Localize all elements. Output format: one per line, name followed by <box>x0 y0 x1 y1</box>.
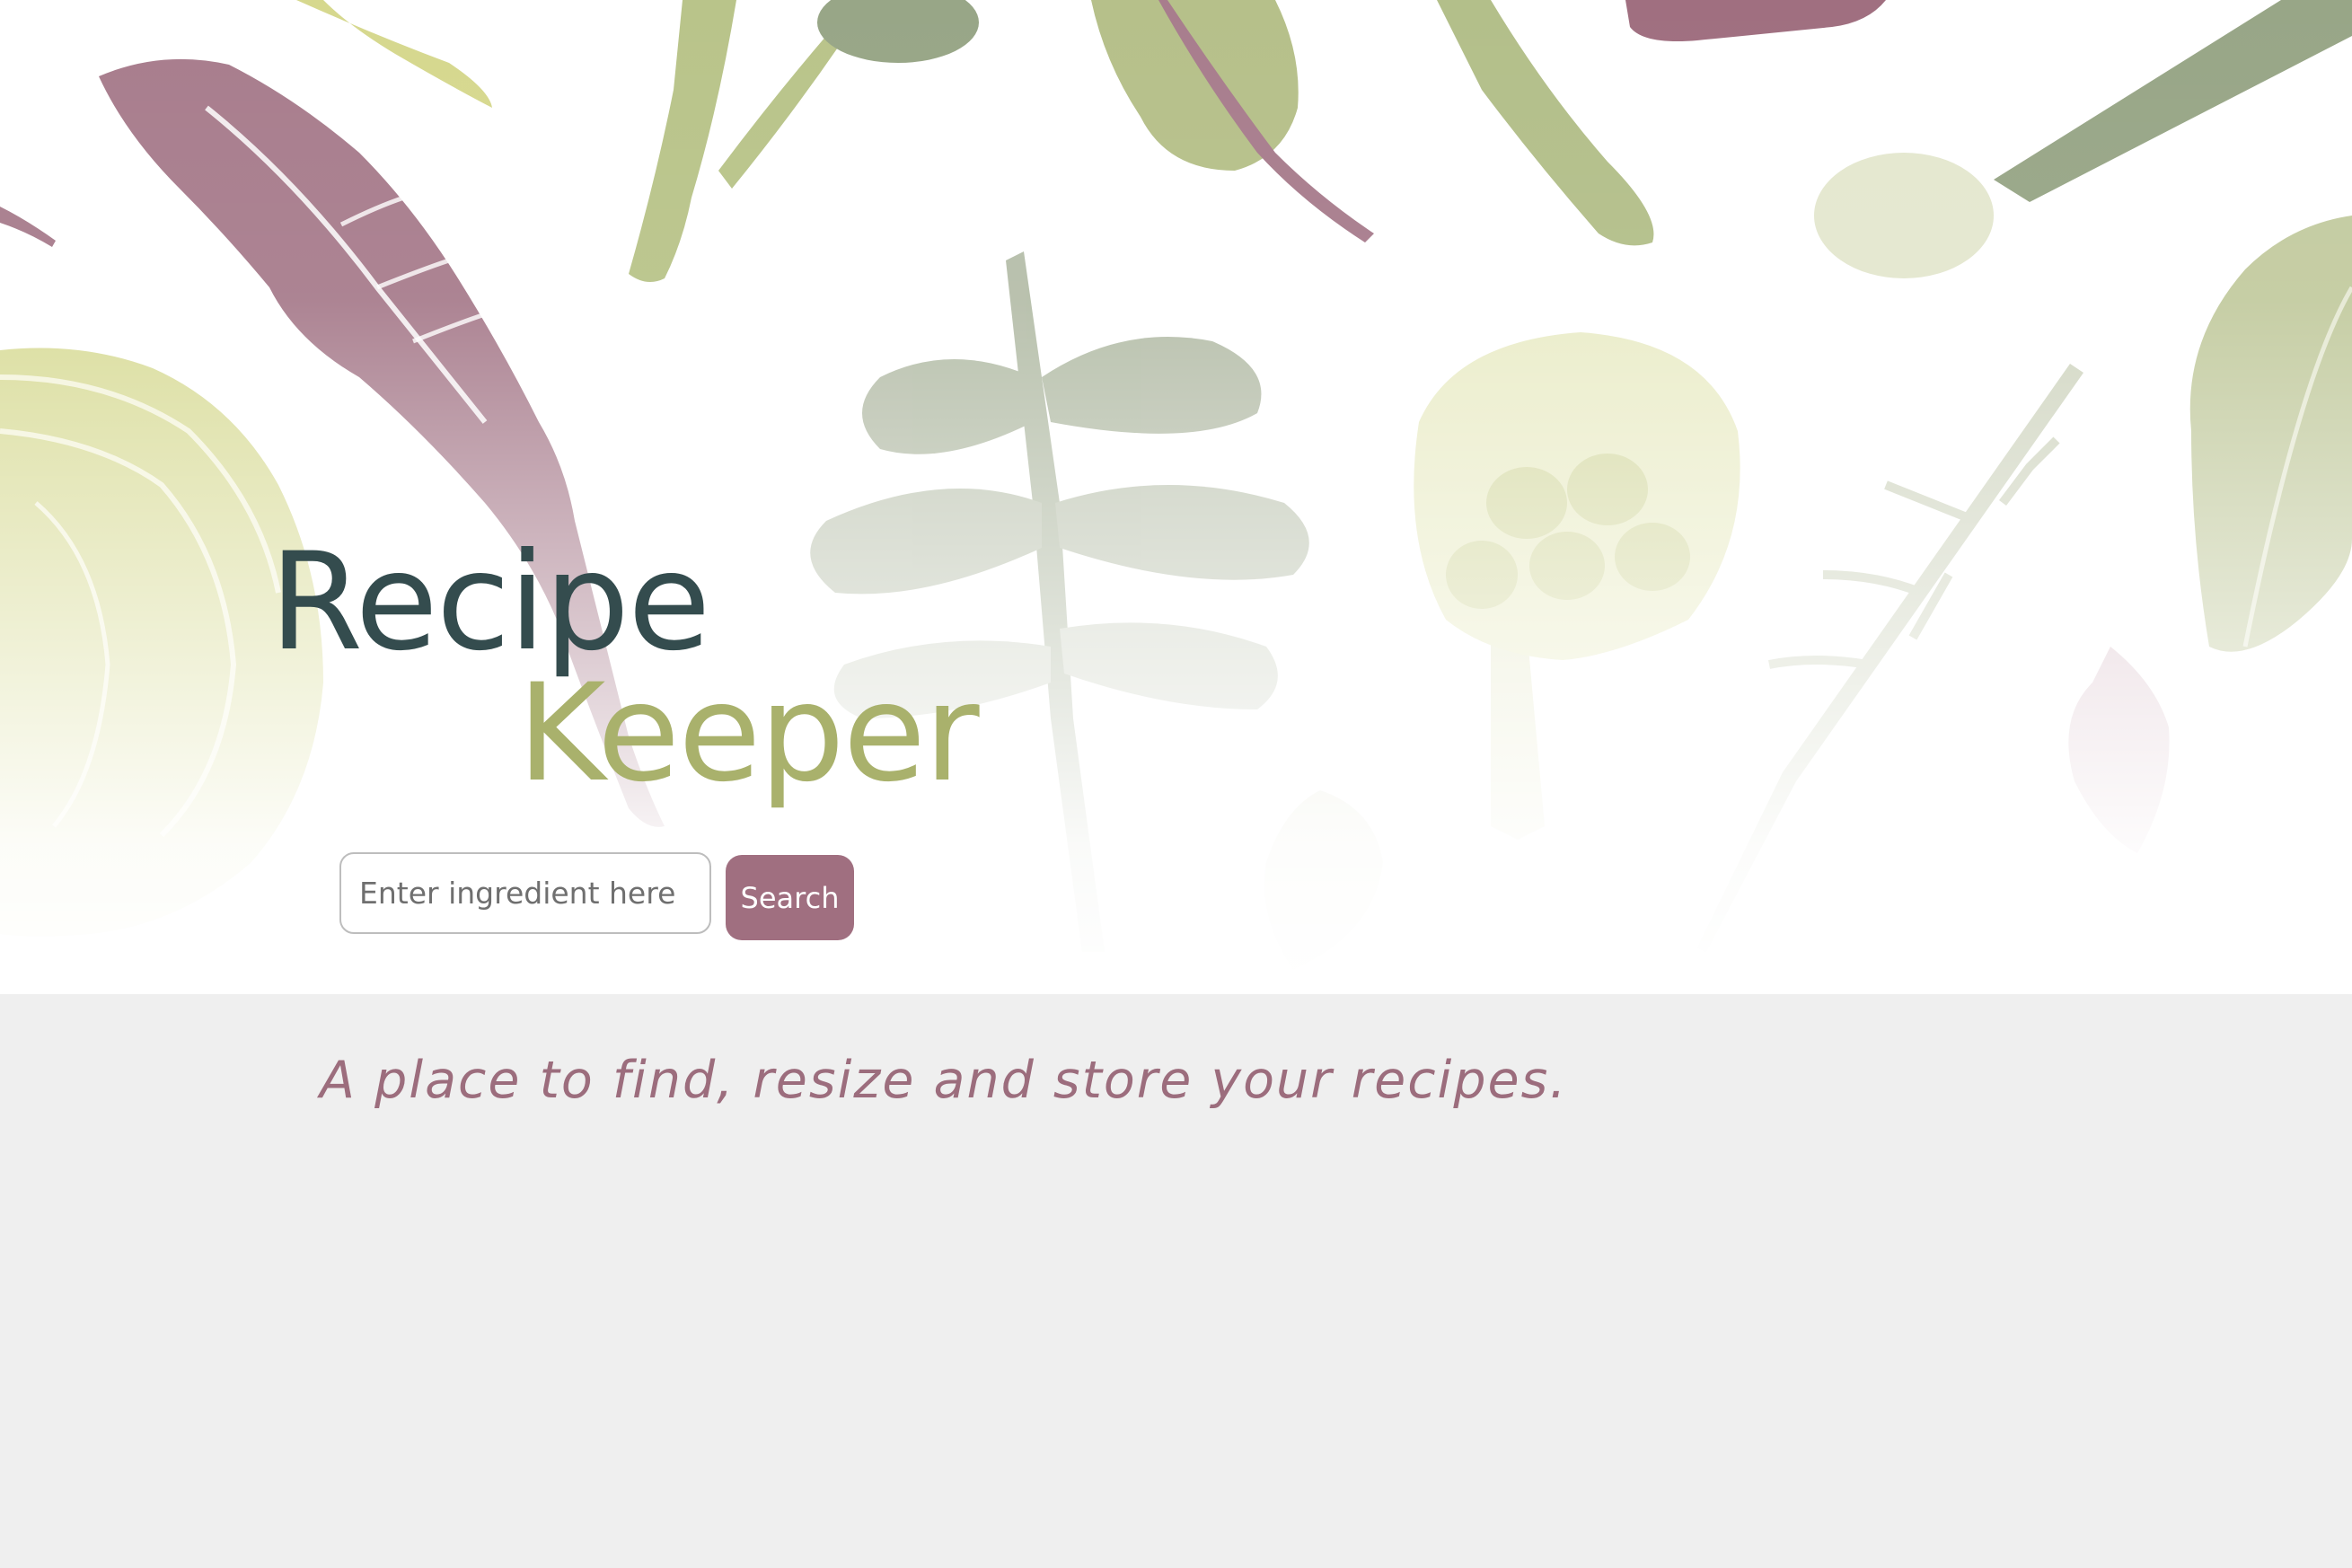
ingredient-search-form: Search <box>339 852 854 940</box>
rosemary-sprig-icon <box>1697 364 2083 952</box>
artichoke-icon <box>1414 332 1740 840</box>
yellow-leaf-icon <box>296 0 492 108</box>
vegetable-illustration <box>0 0 2352 970</box>
asparagus-icon <box>629 0 979 282</box>
logo-word-keeper: Keeper <box>517 656 980 812</box>
logo-word-recipe: Recipe <box>269 524 710 681</box>
app-logo: Recipe Keeper <box>269 512 980 808</box>
ingredient-search-input[interactable] <box>339 852 711 934</box>
landing-page: Recipe Keeper Search A place to find, re… <box>0 0 2352 1568</box>
leek-icon <box>1814 0 2352 278</box>
tagline: A place to find, resize and store your r… <box>320 1051 1568 1110</box>
basil-leaf-icon <box>2068 647 2170 853</box>
hero-banner: Recipe Keeper Search <box>0 0 2352 994</box>
search-button[interactable]: Search <box>726 855 854 940</box>
chard-leaf-icon <box>1091 0 1374 242</box>
lettuce-leaf-icon <box>2189 216 2352 652</box>
green-stalk-icon <box>1437 0 1654 246</box>
